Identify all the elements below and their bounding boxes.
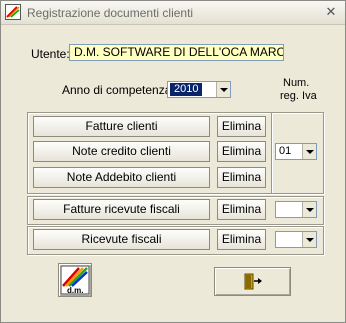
app-icon: [5, 4, 21, 20]
chevron-down-icon[interactable]: [302, 232, 316, 247]
anno-select[interactable]: 2010: [167, 81, 231, 98]
num-reg-header-1: Num.: [283, 77, 310, 89]
reg-iva-value-1: 01: [279, 145, 292, 157]
elimina-note-credito-button[interactable]: Elimina: [217, 141, 266, 162]
title-bar[interactable]: Registrazione documenti clienti ✕: [1, 1, 345, 25]
main-window: Registrazione documenti clienti ✕ Utente…: [0, 0, 346, 323]
utente-field[interactable]: D.M. SOFTWARE DI DELL'OCA MARCO: [69, 44, 284, 61]
dm-logo-text: d.m.: [67, 286, 83, 295]
reg-iva-select-1[interactable]: 01: [275, 143, 317, 160]
dm-logo-icon: d.m.: [60, 265, 90, 295]
elimina-fatture-ricevute-button[interactable]: Elimina: [217, 199, 266, 220]
ricevute-fiscali-button[interactable]: Ricevute fiscali: [33, 229, 210, 250]
elimina-ricevute-fiscali-button[interactable]: Elimina: [217, 229, 266, 250]
dm-logo-button[interactable]: d.m.: [58, 263, 92, 297]
close-icon[interactable]: ✕: [323, 4, 339, 20]
fatture-ricevute-fiscali-button[interactable]: Fatture ricevute fiscali: [33, 199, 210, 220]
exit-door-icon: [244, 273, 262, 290]
fatture-clienti-button[interactable]: Fatture clienti: [33, 116, 210, 137]
note-addebito-clienti-button[interactable]: Note Addebito clienti: [33, 167, 210, 188]
reg-iva-select-3[interactable]: [275, 231, 317, 248]
form-body: Utente: D.M. SOFTWARE DI DELL'OCA MARCO …: [1, 25, 345, 322]
elimina-fatture-clienti-button[interactable]: Elimina: [217, 116, 266, 137]
reg-iva-select-2[interactable]: [275, 201, 317, 218]
chevron-down-icon[interactable]: [302, 144, 316, 159]
window-title: Registrazione documenti clienti: [27, 6, 194, 20]
chevron-down-icon[interactable]: [216, 82, 230, 97]
elimina-note-addebito-button[interactable]: Elimina: [217, 167, 266, 188]
num-reg-header-2: reg. Iva: [280, 90, 317, 102]
chevron-down-icon[interactable]: [302, 202, 316, 217]
anno-value: 2010: [170, 83, 203, 96]
note-credito-clienti-button[interactable]: Note credito clienti: [33, 141, 210, 162]
anno-label: Anno di competenza:: [62, 83, 175, 97]
exit-button[interactable]: [214, 267, 291, 296]
utente-label: Utente:: [31, 47, 70, 61]
